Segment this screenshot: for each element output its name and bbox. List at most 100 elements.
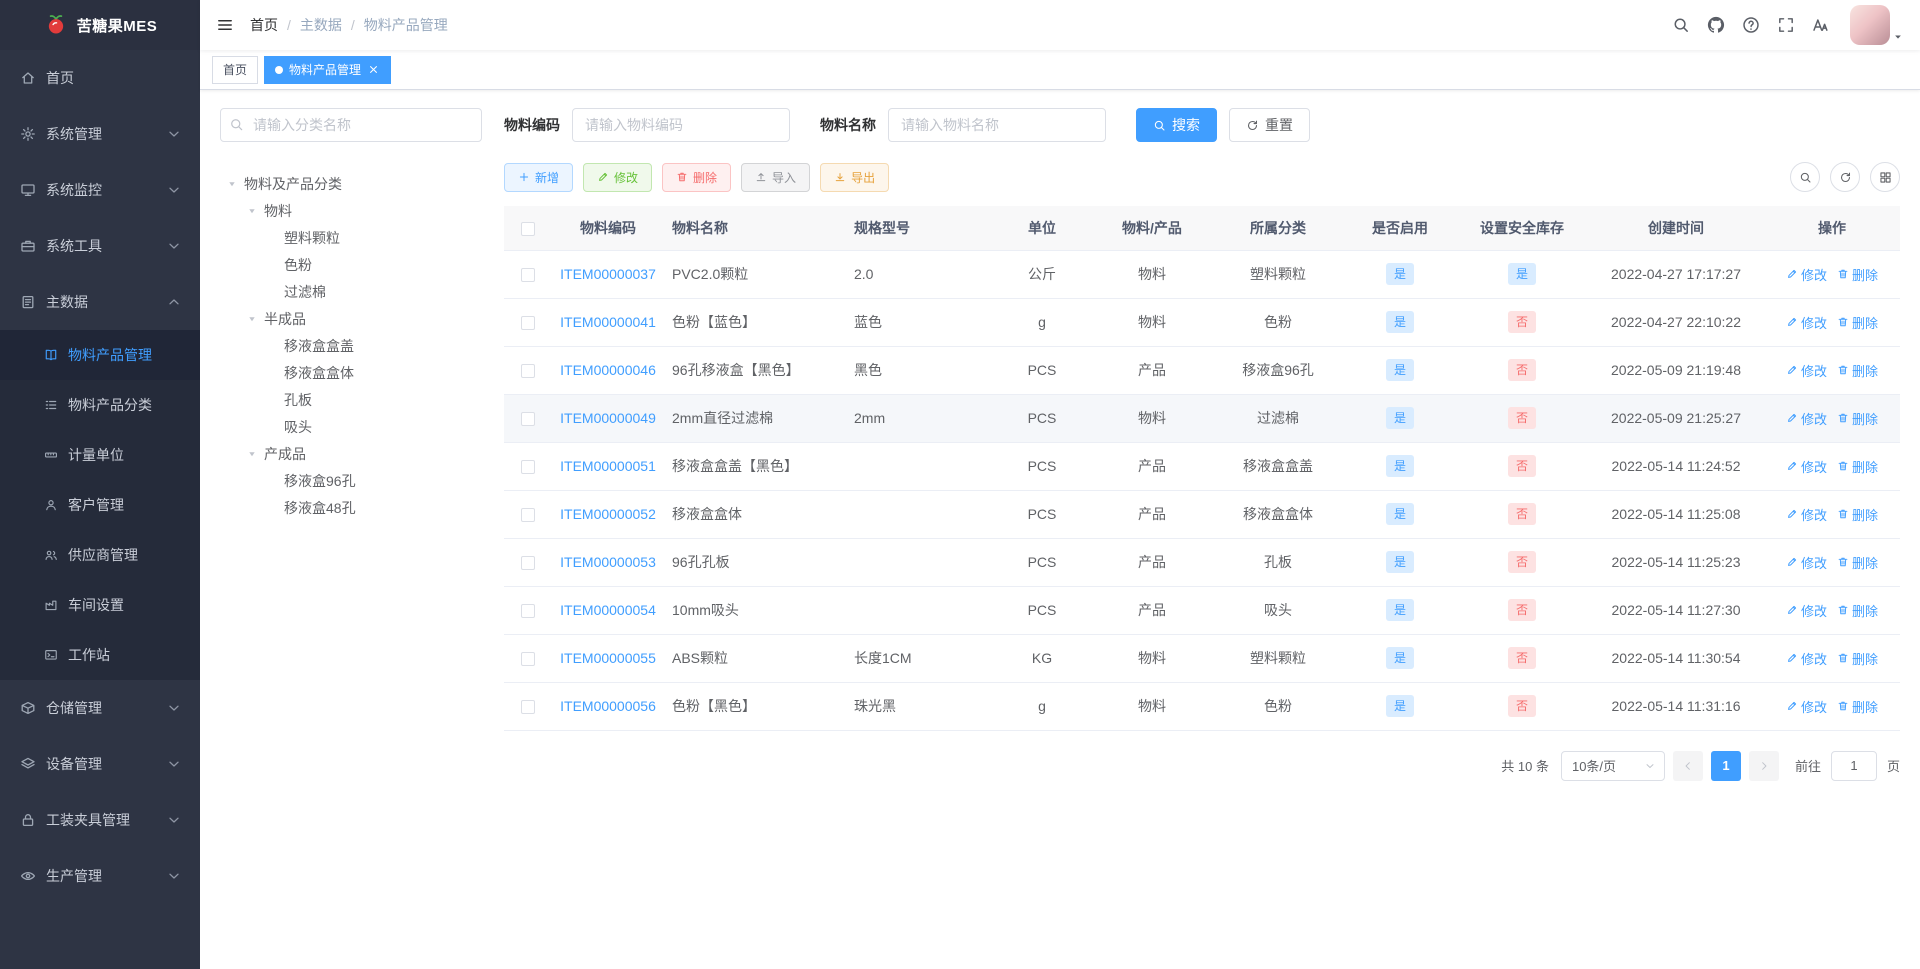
sidebar-item-warehouse-management[interactable]: 仓储管理: [0, 680, 200, 736]
material-code-link[interactable]: ITEM00000053: [560, 554, 656, 570]
breadcrumb-item[interactable]: 首页: [250, 15, 278, 35]
sidebar-subitem-workshop-settings[interactable]: 车间设置: [0, 580, 200, 630]
reset-button[interactable]: 重置: [1229, 108, 1310, 142]
hamburger-icon[interactable]: [216, 16, 234, 34]
sidebar-subitem-supplier-management[interactable]: 供应商管理: [0, 530, 200, 580]
row-checkbox[interactable]: [521, 412, 535, 427]
material-code-link[interactable]: ITEM00000052: [560, 506, 656, 522]
sidebar-subitem-measurement-unit[interactable]: 计量单位: [0, 430, 200, 480]
sidebar-subitem-workstation[interactable]: 工作站: [0, 630, 200, 680]
row-delete-button[interactable]: 删除: [1837, 649, 1878, 668]
table-row[interactable]: ITEM00000049 2mm直径过滤棉 2mm PCS 物料 过滤棉 是 否 2022-05…: [504, 394, 1900, 443]
table-row[interactable]: ITEM00000041 色粉【蓝色】 蓝色 g 物料 色粉 是 否 2022-04-27 22…: [504, 298, 1900, 347]
row-checkbox[interactable]: [521, 460, 535, 475]
sidebar-item-equipment-management[interactable]: 设备管理: [0, 736, 200, 792]
row-checkbox[interactable]: [521, 604, 535, 619]
row-delete-button[interactable]: 删除: [1837, 361, 1878, 380]
material-code-link[interactable]: ITEM00000051: [560, 458, 656, 474]
material-code-link[interactable]: ITEM00000055: [560, 650, 656, 666]
delete-button[interactable]: 删除: [662, 162, 732, 192]
tree-node[interactable]: 吸头: [220, 413, 482, 440]
row-delete-button[interactable]: 删除: [1837, 265, 1878, 284]
tree-caret-icon[interactable]: [220, 177, 244, 191]
row-edit-button[interactable]: 修改: [1786, 697, 1827, 716]
tree-node[interactable]: 产成品: [220, 440, 482, 467]
row-checkbox[interactable]: [521, 556, 535, 571]
fullscreen-icon[interactable]: [1777, 16, 1795, 34]
table-row[interactable]: ITEM00000037 PVC2.0颗粒 2.0 公斤 物料 塑料颗粒 是 是 2022-04…: [504, 250, 1900, 299]
row-delete-button[interactable]: 删除: [1837, 457, 1878, 476]
material-code-link[interactable]: ITEM00000054: [560, 602, 656, 618]
refresh-button[interactable]: [1830, 162, 1860, 192]
tree-node[interactable]: 塑料颗粒: [220, 224, 482, 251]
select-all-checkbox[interactable]: [521, 221, 535, 236]
tree-caret-icon[interactable]: [240, 204, 264, 218]
tree-node[interactable]: 孔板: [220, 386, 482, 413]
help-icon[interactable]: [1742, 16, 1760, 34]
row-checkbox[interactable]: [521, 268, 535, 283]
material-code-input[interactable]: [572, 108, 790, 142]
tree-caret-icon[interactable]: [240, 447, 264, 461]
row-checkbox[interactable]: [521, 316, 535, 331]
row-delete-button[interactable]: 删除: [1837, 553, 1878, 572]
table-row[interactable]: ITEM00000054 10mm吸头 PCS 产品 吸头 是 否 2022-05-14 11…: [504, 586, 1900, 635]
table-row[interactable]: ITEM00000051 移液盒盒盖【黑色】 PCS 产品 移液盒盒盖 是 否 2022-05…: [504, 442, 1900, 491]
material-code-link[interactable]: ITEM00000056: [560, 698, 656, 714]
row-edit-button[interactable]: 修改: [1786, 553, 1827, 572]
sidebar-item-home[interactable]: 首页: [0, 50, 200, 106]
sidebar-subitem-customer-management[interactable]: 客户管理: [0, 480, 200, 530]
row-delete-button[interactable]: 删除: [1837, 601, 1878, 620]
row-edit-button[interactable]: 修改: [1786, 313, 1827, 332]
sidebar-item-system-management[interactable]: 系统管理: [0, 106, 200, 162]
row-edit-button[interactable]: 修改: [1786, 601, 1827, 620]
row-delete-button[interactable]: 删除: [1837, 409, 1878, 428]
row-edit-button[interactable]: 修改: [1786, 457, 1827, 476]
table-row[interactable]: ITEM00000055 ABS颗粒 长度1CM KG 物料 塑料颗粒 是 否 2022-05-…: [504, 634, 1900, 683]
row-checkbox[interactable]: [521, 700, 535, 715]
material-code-link[interactable]: ITEM00000049: [560, 410, 656, 426]
user-menu[interactable]: [1850, 5, 1904, 45]
export-button[interactable]: 导出: [820, 162, 890, 192]
sidebar-subitem-material-product-category[interactable]: 物料产品分类: [0, 380, 200, 430]
sidebar-item-fixture-management[interactable]: 工装夹具管理: [0, 792, 200, 848]
tree-node[interactable]: 移液盒盒盖: [220, 332, 482, 359]
tree-node[interactable]: 物料: [220, 197, 482, 224]
tab-home[interactable]: 首页: [212, 55, 259, 84]
sidebar-item-master-data[interactable]: 主数据: [0, 274, 200, 330]
toggle-search-button[interactable]: [1790, 162, 1820, 192]
material-code-link[interactable]: ITEM00000046: [560, 362, 656, 378]
row-edit-button[interactable]: 修改: [1786, 265, 1827, 284]
tab-material-product-management[interactable]: 物料产品管理: [264, 55, 392, 84]
table-row[interactable]: ITEM00000056 色粉【黑色】 珠光黑 g 物料 色粉 是 否 2022-05-14 1…: [504, 682, 1900, 731]
table-row[interactable]: ITEM00000053 96孔孔板 PCS 产品 孔板 是 否 2022-05-14 11:…: [504, 538, 1900, 587]
search-button[interactable]: 搜索: [1136, 108, 1217, 142]
import-button[interactable]: 导入: [741, 162, 811, 192]
row-checkbox[interactable]: [521, 508, 535, 523]
tree-node[interactable]: 移液盒盒体: [220, 359, 482, 386]
page-size-select[interactable]: 10条/页: [1560, 750, 1665, 781]
add-button[interactable]: 新增: [504, 162, 574, 192]
row-delete-button[interactable]: 删除: [1837, 313, 1878, 332]
sidebar-item-system-monitor[interactable]: 系统监控: [0, 162, 200, 218]
app-logo[interactable]: 苦糖果MES: [0, 0, 200, 50]
tree-node[interactable]: 半成品: [220, 305, 482, 332]
close-tab-icon[interactable]: [367, 63, 380, 76]
row-edit-button[interactable]: 修改: [1786, 649, 1827, 668]
material-code-link[interactable]: ITEM00000037: [560, 266, 656, 282]
tree-node[interactable]: 色粉: [220, 251, 482, 278]
material-name-input[interactable]: [888, 108, 1106, 142]
goto-page-input[interactable]: [1830, 750, 1877, 781]
github-icon[interactable]: [1707, 16, 1725, 34]
font-size-icon[interactable]: [1812, 16, 1830, 34]
column-settings-button[interactable]: [1870, 162, 1900, 192]
table-row[interactable]: ITEM00000046 96孔移液盒【黑色】 黑色 PCS 产品 移液盒96孔 是 否 202…: [504, 346, 1900, 395]
row-edit-button[interactable]: 修改: [1786, 361, 1827, 380]
prev-page-button[interactable]: [1672, 750, 1703, 781]
edit-button[interactable]: 修改: [583, 162, 653, 192]
row-checkbox[interactable]: [521, 652, 535, 667]
material-code-link[interactable]: ITEM00000041: [560, 314, 656, 330]
sidebar-subitem-material-product-management[interactable]: 物料产品管理: [0, 330, 200, 380]
tree-node[interactable]: 移液盒96孔: [220, 467, 482, 494]
row-checkbox[interactable]: [521, 364, 535, 379]
category-search-input[interactable]: [220, 108, 482, 142]
